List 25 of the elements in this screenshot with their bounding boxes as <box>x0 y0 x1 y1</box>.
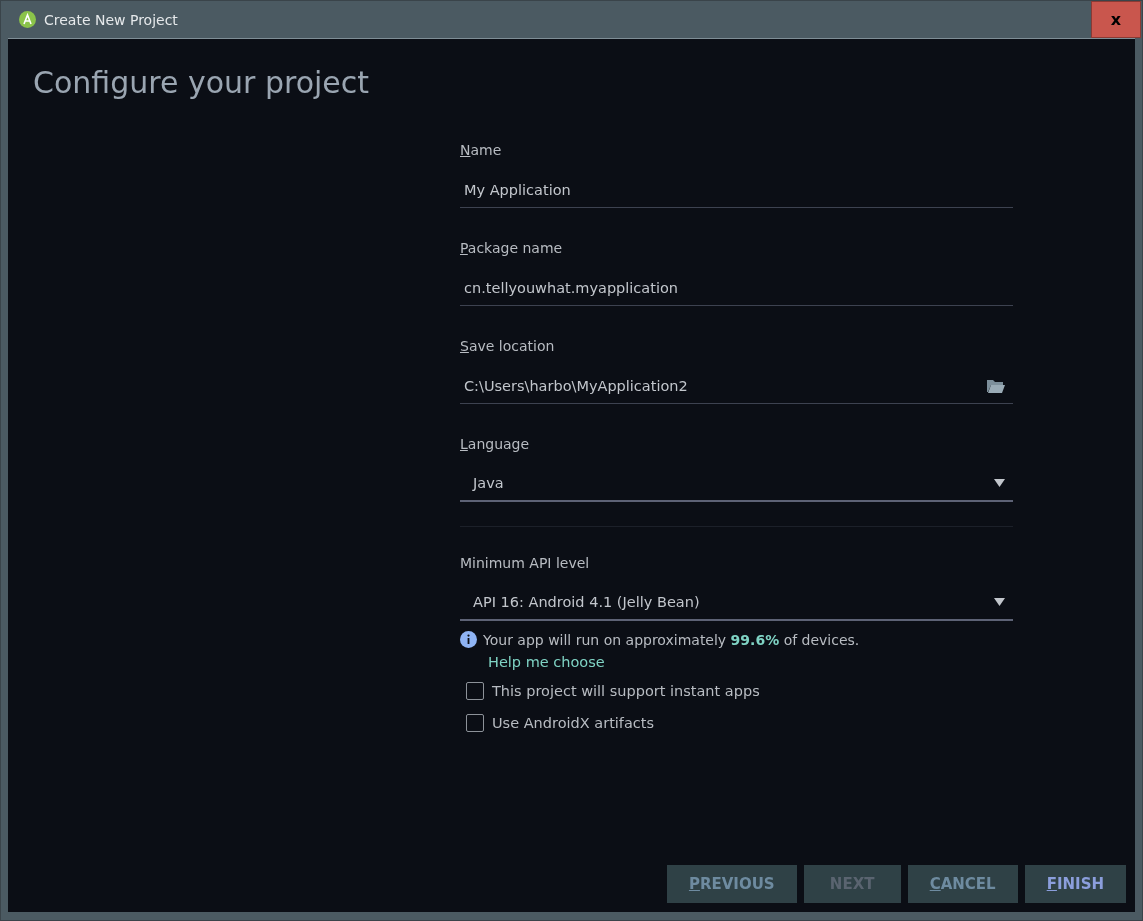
checkbox-label: This project will support instant apps <box>492 683 760 699</box>
checkbox[interactable] <box>466 682 484 700</box>
window-title: Create New Project <box>44 11 179 28</box>
help-link[interactable]: Help me choose <box>488 654 605 670</box>
input-field[interactable]: cn.tellyouwhat.myapplication <box>460 270 1013 306</box>
info-text: Your app will run on approximately 99.6% of devices. <box>483 631 860 648</box>
field-label: Save location <box>460 338 555 354</box>
folder-icon[interactable] <box>987 378 1005 393</box>
field-label: Package name <box>460 240 563 256</box>
field-label: Minimum API level <box>460 555 590 571</box>
close-button[interactable]: x <box>1091 1 1141 38</box>
language-dropdown[interactable]: Java <box>460 466 1013 502</box>
field-label: Language <box>460 436 530 452</box>
checkbox[interactable] <box>466 714 484 732</box>
android-logo-icon <box>19 11 36 28</box>
input-field[interactable]: My Application <box>460 172 1013 208</box>
dropdown-arrow-icon[interactable] <box>994 479 1005 487</box>
input-field[interactable]: C:\Users\harbo\MyApplication2 <box>460 368 1013 404</box>
info-icon <box>460 631 477 648</box>
wizard-button[interactable]: FINISH <box>1024 865 1126 903</box>
api-level-dropdown[interactable]: API 16: Android 4.1 (Jelly Bean) <box>460 585 1013 621</box>
dropdown-arrow-icon[interactable] <box>994 598 1005 606</box>
checkbox-label: Use AndroidX artifacts <box>492 715 655 731</box>
page-heading: Configure your project <box>33 65 370 100</box>
field-label: Name <box>460 142 502 158</box>
